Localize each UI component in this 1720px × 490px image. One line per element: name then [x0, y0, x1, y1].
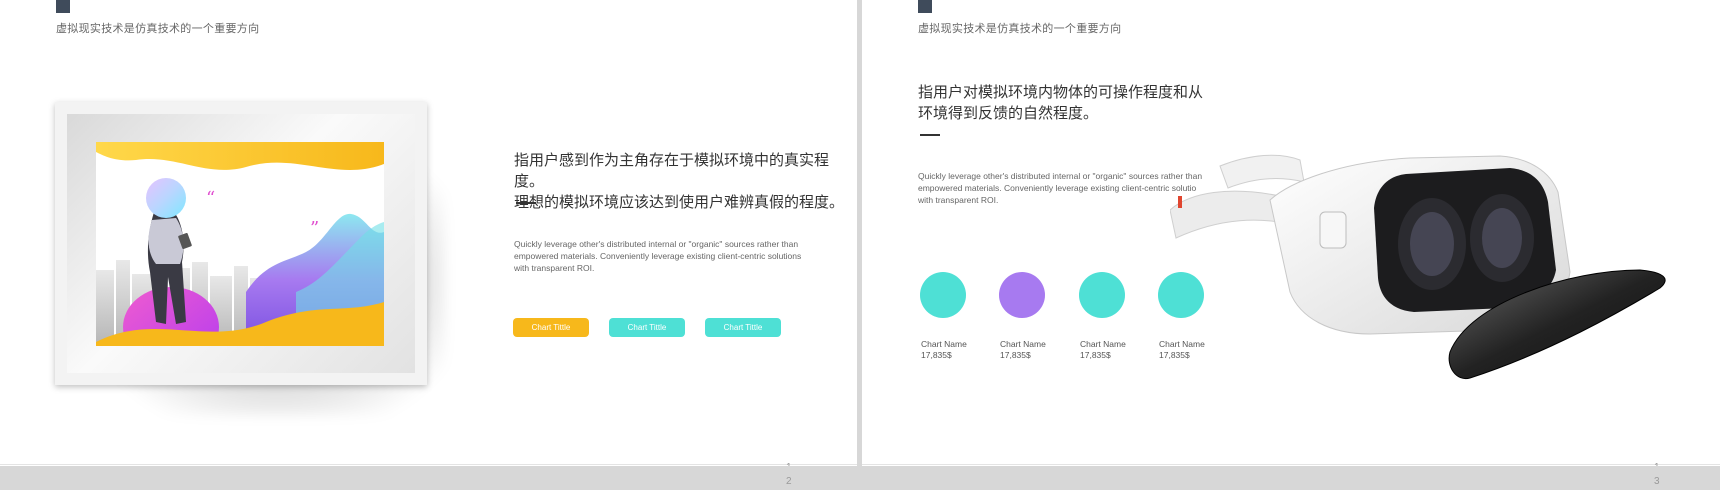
- slide-2: 虚拟现实技术是仿真技术的一个重要方向 “ ” 指用户感到作为主角存在于模拟环境中…: [0, 0, 857, 466]
- chart-name: Chart Name: [1000, 339, 1046, 349]
- chart-name: Chart Name: [1159, 339, 1205, 349]
- chart-name: Chart Name: [921, 339, 967, 349]
- heading-line: 指用户感到作为主角存在于模拟环境中的真实程度。: [514, 152, 830, 190]
- chart-label: Chart Name 17,835$: [921, 339, 967, 361]
- slide-heading: 指用户感到作为主角存在于模拟环境中的真实程度。 理想的模拟环境应该达到使用户难辨…: [514, 150, 857, 213]
- chart-circle: [999, 272, 1045, 318]
- chart-value: 17,835$: [1080, 350, 1111, 360]
- body-text: Quickly leverage other's distributed int…: [918, 170, 1202, 206]
- page-number-bottom: 3: [1654, 476, 1660, 487]
- chart-label: Chart Name 17,835$: [1159, 339, 1205, 361]
- corner-tab: [918, 0, 932, 13]
- vr-headset-icon: [1169, 154, 1666, 380]
- slide-3: 虚拟现实技术是仿真技术的一个重要方向 指用户对模拟环境内物体的可操作程度和从 环…: [862, 0, 1720, 466]
- body-line: empowered materials. Conveniently levera…: [514, 251, 802, 261]
- chart-value: 17,835$: [1159, 350, 1190, 360]
- chart-label: Chart Name 17,835$: [1000, 339, 1046, 361]
- vr-illustration: “ ”: [96, 142, 384, 346]
- picture-frame: “ ”: [55, 102, 427, 385]
- footer-rule: [862, 464, 1720, 465]
- page-number-top: 1: [786, 462, 792, 466]
- chart-label: Chart Name 17,835$: [1080, 339, 1126, 361]
- svg-text:“: “: [206, 188, 215, 209]
- framed-illustration: “ ”: [96, 142, 384, 346]
- frame-mat: “ ”: [67, 114, 415, 373]
- chart-circle: [920, 272, 966, 318]
- chart-name: Chart Name: [1080, 339, 1126, 349]
- body-text: Quickly leverage other's distributed int…: [514, 238, 801, 274]
- heading-line: 理想的模拟环境应该达到使用户难辨真假的程度。: [514, 194, 845, 211]
- slide-subtitle: 虚拟现实技术是仿真技术的一个重要方向: [918, 23, 1122, 35]
- page-number: 1: [786, 462, 792, 466]
- corner-tab: [56, 0, 70, 13]
- vr-headset-image: [1169, 152, 1672, 392]
- heading-divider: [516, 202, 536, 204]
- heading-line: 指用户对模拟环境内物体的可操作程度和从: [918, 84, 1204, 101]
- page-number: 1: [1654, 462, 1660, 466]
- body-line: Quickly leverage other's distributed int…: [514, 239, 799, 249]
- chart-title-button[interactable]: Chart Tittle: [609, 318, 685, 337]
- heading-line: 环境得到反馈的自然程度。: [918, 105, 1099, 122]
- page-number-bottom: 2: [786, 476, 792, 487]
- body-line: Quickly leverage other's distributed int…: [918, 171, 1203, 181]
- footer-rule: [0, 464, 857, 465]
- heading-divider: [920, 134, 940, 136]
- body-line: with transparent ROI.: [514, 263, 595, 273]
- body-line: with transparent ROI.: [918, 195, 999, 205]
- chart-value: 17,835$: [1000, 350, 1031, 360]
- chart-circle: [1158, 272, 1204, 318]
- body-line: empowered materials. Conveniently levera…: [918, 183, 1197, 193]
- slide-heading: 指用户对模拟环境内物体的可操作程度和从 环境得到反馈的自然程度。: [918, 82, 1203, 124]
- chart-title-button[interactable]: Chart Tittle: [513, 318, 589, 337]
- chart-circle: [1079, 272, 1125, 318]
- svg-text:”: ”: [310, 218, 319, 239]
- chart-value: 17,835$: [921, 350, 952, 360]
- slide-subtitle: 虚拟现实技术是仿真技术的一个重要方向: [56, 23, 260, 35]
- chart-title-button[interactable]: Chart Tittle: [705, 318, 781, 337]
- page-number-top: 1: [1654, 462, 1660, 466]
